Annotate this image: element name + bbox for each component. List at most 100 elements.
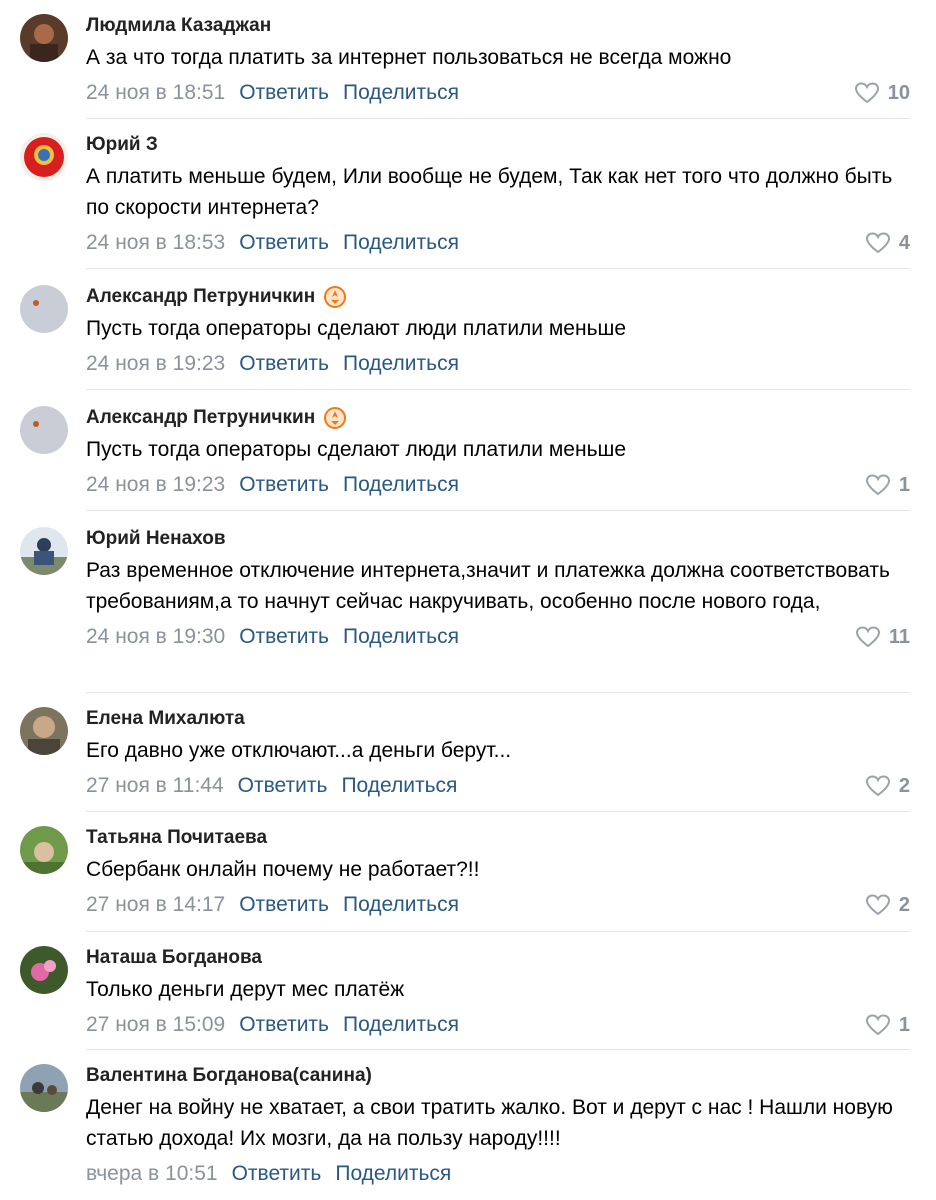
divider: [86, 510, 910, 511]
comment-text: Пусть тогда операторы сделают люди плати…: [86, 317, 627, 340]
avatar[interactable]: [20, 14, 68, 62]
heart-icon: [855, 625, 881, 649]
author-name[interactable]: Елена Михалюта: [86, 708, 245, 730]
author-name[interactable]: Валентина Богданова(санина): [86, 1065, 372, 1087]
heart-icon: [865, 774, 891, 798]
avatar[interactable]: [20, 707, 68, 755]
comment-meta: 27 ноя в 11:44 Ответить Поделиться 2: [86, 770, 910, 802]
author-name[interactable]: Юрий Ненахов: [86, 528, 226, 550]
comment-content: Юрий З А платить меньше будем, Или вообщ…: [86, 133, 910, 259]
comment-content: Елена Михалюта Его давно уже отключают..…: [86, 707, 910, 802]
avatar[interactable]: [20, 826, 68, 874]
comment-date[interactable]: вчера в 10:51: [86, 1162, 218, 1186]
comment-content: Татьяна Почитаева Сбербанк онлайн почему…: [86, 826, 910, 921]
like-button[interactable]: 10: [854, 77, 910, 109]
divider: [86, 931, 910, 932]
divider: [86, 692, 910, 693]
comment-date[interactable]: 27 ноя в 14:17: [86, 893, 225, 917]
comment-text: А платить меньше будем, Или вообще не бу…: [86, 165, 899, 219]
comment-date[interactable]: 24 ноя в 18:53: [86, 231, 225, 255]
like-count: 1: [898, 473, 910, 496]
comment-date[interactable]: 24 ноя в 19:23: [86, 473, 225, 497]
reply-button[interactable]: Ответить: [239, 231, 329, 255]
like-button[interactable]: 1: [865, 1009, 910, 1041]
like-button[interactable]: 11: [855, 621, 910, 653]
comment-date[interactable]: 24 ноя в 18:51: [86, 81, 225, 105]
comment-content: Людмила Казаджан А за что тогда платить …: [86, 14, 910, 109]
like-count: 10: [887, 81, 910, 104]
badge-icon[interactable]: [323, 285, 347, 309]
avatar[interactable]: [20, 133, 68, 181]
heart-icon: [865, 473, 891, 497]
heart-icon: [865, 893, 891, 917]
comment-meta: 27 ноя в 14:17 Ответить Поделиться 2: [86, 889, 910, 921]
comment-date[interactable]: 27 ноя в 15:09: [86, 1013, 225, 1037]
share-button[interactable]: Поделиться: [341, 774, 457, 798]
heart-icon: [865, 231, 891, 255]
comment-text: А за что тогда платить за интернет польз…: [86, 46, 732, 69]
comment-text: Денег на войну не хватает, а свои тратит…: [86, 1096, 899, 1150]
comment-meta: 24 ноя в 18:53 Ответить Поделиться 4: [86, 227, 910, 259]
author-name[interactable]: Наташа Богданова: [86, 947, 262, 969]
author-name[interactable]: Александр Петруничкин: [86, 286, 315, 308]
reply-button[interactable]: Ответить: [239, 625, 329, 649]
comment-meta: вчера в 10:51 Ответить Поделиться: [86, 1158, 910, 1190]
reply-button[interactable]: Ответить: [239, 352, 329, 376]
avatar[interactable]: [20, 1064, 68, 1112]
comment-meta: 27 ноя в 15:09 Ответить Поделиться 1: [86, 1009, 910, 1041]
badge-icon[interactable]: [323, 406, 347, 430]
like-button[interactable]: 4: [865, 227, 910, 259]
like-count: 2: [898, 893, 910, 916]
comment-meta: 24 ноя в 19:23 Ответить Поделиться: [86, 348, 910, 380]
share-button[interactable]: Поделиться: [343, 625, 459, 649]
divider: [86, 268, 910, 269]
divider: [86, 811, 910, 812]
share-button[interactable]: Поделиться: [343, 893, 459, 917]
reply-button[interactable]: Ответить: [239, 893, 329, 917]
comment-meta: 24 ноя в 19:23 Ответить Поделиться 1: [86, 469, 910, 501]
heart-icon: [865, 1013, 891, 1037]
avatar[interactable]: [20, 285, 68, 333]
divider: [86, 118, 910, 119]
comment-date[interactable]: 24 ноя в 19:30: [86, 625, 225, 649]
comment-meta: 24 ноя в 18:51 Ответить Поделиться 10: [86, 77, 910, 109]
comment-content: Валентина Богданова(санина) Денег на вой…: [86, 1064, 910, 1190]
avatar[interactable]: [20, 527, 68, 575]
comments-feed: Людмила Казаджан А за что тогда платить …: [0, 0, 936, 1200]
comment-text: Сбербанк онлайн почему не работает?!!: [86, 858, 480, 881]
comment-meta: 24 ноя в 19:30 Ответить Поделиться 11: [86, 621, 910, 653]
like-button[interactable]: 1: [865, 469, 910, 501]
like-button[interactable]: 2: [865, 889, 910, 921]
comment-date[interactable]: 27 ноя в 11:44: [86, 774, 224, 798]
comment-text: Раз временное отключение интернета,значи…: [86, 559, 896, 613]
comment-content: Наташа Богданова Только деньги дерут мес…: [86, 946, 910, 1041]
author-name[interactable]: Юрий З: [86, 134, 158, 156]
comment-content: Юрий Ненахов Раз временное отключение ин…: [86, 527, 910, 653]
author-name[interactable]: Александр Петруничкин: [86, 407, 315, 429]
author-name[interactable]: Людмила Казаджан: [86, 15, 271, 37]
divider: [86, 1049, 910, 1050]
like-button[interactable]: 2: [865, 770, 910, 802]
comment-text: Его давно уже отключают...а деньги берут…: [86, 739, 512, 762]
comment-text: Только деньги дерут мес платёж: [86, 978, 405, 1001]
reply-button[interactable]: Ответить: [239, 81, 329, 105]
reply-button[interactable]: Ответить: [238, 774, 328, 798]
like-count: 11: [888, 625, 910, 648]
share-button[interactable]: Поделиться: [343, 81, 459, 105]
like-count: 2: [898, 774, 910, 797]
share-button[interactable]: Поделиться: [335, 1162, 451, 1186]
divider: [86, 389, 910, 390]
like-count: 4: [898, 231, 910, 254]
avatar[interactable]: [20, 406, 68, 454]
share-button[interactable]: Поделиться: [343, 352, 459, 376]
reply-button[interactable]: Ответить: [239, 473, 329, 497]
share-button[interactable]: Поделиться: [343, 473, 459, 497]
share-button[interactable]: Поделиться: [343, 1013, 459, 1037]
reply-button[interactable]: Ответить: [232, 1162, 322, 1186]
author-name[interactable]: Татьяна Почитаева: [86, 827, 267, 849]
comment-date[interactable]: 24 ноя в 19:23: [86, 352, 225, 376]
avatar[interactable]: [20, 946, 68, 994]
share-button[interactable]: Поделиться: [343, 231, 459, 255]
reply-button[interactable]: Ответить: [239, 1013, 329, 1037]
comment-content: Александр Петруничкин Пусть тогда операт…: [86, 406, 910, 501]
